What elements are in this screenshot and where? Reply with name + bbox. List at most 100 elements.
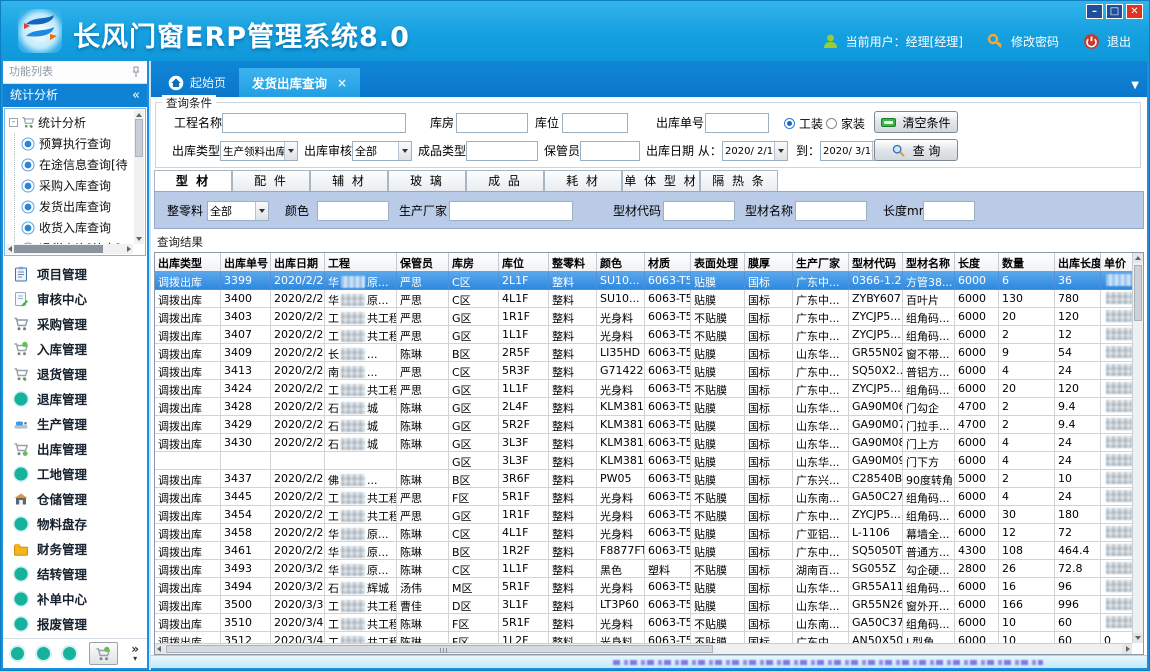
order-no-input[interactable] [705, 113, 769, 133]
scrollbar-thumb[interactable] [166, 645, 713, 653]
scroll-right-icon[interactable] [127, 246, 131, 252]
logout-link[interactable]: 退出 [1107, 33, 1131, 50]
tree-item[interactable]: 发货出库查询 [7, 196, 133, 217]
table-row[interactable]: G区3L3F整料KLM38176063-T5贴膜国标山东华...GA90M09.… [155, 452, 1132, 470]
grid-vertical-scrollbar[interactable] [1132, 253, 1143, 643]
sidebar-item[interactable]: 补单中心 [3, 586, 147, 611]
scroll-up-icon[interactable] [1135, 256, 1141, 260]
tree-horizontal-scrollbar[interactable] [6, 244, 133, 254]
column-header[interactable]: 生产厂家 [793, 253, 849, 271]
column-header[interactable]: 出库长度 [1055, 253, 1101, 271]
location-input[interactable] [562, 113, 628, 133]
product-type-input[interactable] [466, 141, 538, 161]
table-row[interactable]: 调拨出库34072020/2/25工共工程严思G区1L1F整料光身料6063-T… [155, 326, 1132, 344]
length-input[interactable] [923, 201, 975, 221]
column-header[interactable]: 出库日期 [271, 253, 325, 271]
table-row[interactable]: 调拨出库34302020/2/26石城陈琳G区3L3F整料KLM38176063… [155, 434, 1132, 452]
collapse-panel-icon[interactable]: « [132, 84, 140, 107]
table-row[interactable]: 调拨出库34092020/2/25长...陈琳B区2R5F整料LI35HD606… [155, 344, 1132, 362]
column-header[interactable]: 库位 [499, 253, 549, 271]
material-tab[interactable]: 隔 热 条 [700, 170, 778, 191]
profile-code-input[interactable] [663, 201, 735, 221]
table-row[interactable]: 调拨出库34932020/3/2华原...陈琳C区1L1F整料黑色塑料不贴膜国标… [155, 560, 1132, 578]
column-header[interactable]: 颜色 [597, 253, 645, 271]
color-input[interactable] [317, 201, 389, 221]
column-header[interactable]: 数量 [999, 253, 1055, 271]
table-row[interactable]: 调拨出库35102020/3/4工共工程陈琳F区5R1F整料光身料6063-T5… [155, 614, 1132, 632]
sidebar-item[interactable]: 出库管理 [3, 436, 147, 461]
sidebar-item[interactable]: 生产管理 [3, 411, 147, 436]
column-header[interactable]: 工程 [325, 253, 397, 271]
table-row[interactable]: 调拨出库34612020/2/28华原...陈琳B区1R2F整料F8877FT6… [155, 542, 1132, 560]
table-row[interactable]: 调拨出库34942020/3/2石辉城汤伟M区5R1F整料光身料6063-T5贴… [155, 578, 1132, 596]
column-header[interactable]: 整零料 [549, 253, 597, 271]
sidebar-item[interactable]: 报废管理 [3, 611, 147, 636]
tree-vertical-scrollbar[interactable] [134, 110, 144, 244]
scroll-up-icon[interactable] [136, 113, 142, 117]
table-row[interactable]: 调拨出库33992020/2/25华原...严思C区2L1F整料SU10...6… [155, 272, 1132, 290]
table-row[interactable]: 调拨出库34242020/2/26工共工程严思G区1L1F整料光身料6063-T… [155, 380, 1132, 398]
keeper-input[interactable] [580, 141, 640, 161]
column-header[interactable]: 单价 [1101, 253, 1132, 271]
tab-shipment-outbound-query[interactable]: 发货出库查询 × [239, 68, 360, 97]
sidebar-item[interactable]: 项目管理 [3, 261, 147, 286]
radio-home-decor[interactable]: 家装 [826, 113, 865, 133]
column-header[interactable]: 材质 [645, 253, 691, 271]
column-header[interactable]: 保管员 [397, 253, 449, 271]
close-button[interactable]: ✕ [1126, 4, 1143, 19]
tree-root-item[interactable]: -统计分析 [7, 111, 133, 133]
scroll-left-icon[interactable] [157, 646, 161, 652]
sidebar-item[interactable]: 退货管理 [3, 361, 147, 386]
table-row[interactable]: 调拨出库34132020/2/26南...严思C区5R3F整料G71422606… [155, 362, 1132, 380]
material-tab[interactable]: 单 体 型 材 [622, 170, 700, 191]
column-header[interactable]: 表面处理 [691, 253, 745, 271]
tree-expand-icon[interactable]: - [9, 118, 18, 127]
change-password-link[interactable]: 修改密码 [1011, 33, 1059, 50]
sidebar-item[interactable]: 采购管理 [3, 311, 147, 336]
clear-conditions-button[interactable]: 清空条件 [874, 111, 958, 133]
date-from-picker[interactable]: 2020/ 2/16 [722, 141, 788, 161]
tab-close-icon[interactable]: × [337, 76, 347, 90]
sidebar-group-header[interactable]: 统计分析 « [3, 84, 147, 107]
tree-item[interactable]: 采购入库查询 [7, 175, 133, 196]
column-header[interactable]: 膜厚 [745, 253, 793, 271]
column-header[interactable]: 型材名称 [903, 253, 955, 271]
profile-name-input[interactable] [795, 201, 867, 221]
sidebar-item[interactable]: 仓储管理 [3, 486, 147, 511]
sidebar-item[interactable]: 结转管理 [3, 561, 147, 586]
sidebar-item[interactable]: 工地管理 [3, 461, 147, 486]
scroll-left-icon[interactable] [8, 246, 12, 252]
scroll-down-icon[interactable] [1135, 636, 1141, 640]
cart-panel-button[interactable] [89, 642, 119, 665]
tree-item[interactable]: 在途信息查询[待 [7, 154, 133, 175]
outbound-type-select[interactable]: 生产领料出库 [220, 141, 298, 161]
table-row[interactable]: 调拨出库34282020/2/26石城陈琳G区2L4F整料KLM38176063… [155, 398, 1132, 416]
table-row[interactable]: 调拨出库35122020/3/4工共工程陈琳F区1L2F整料光身料6063-T5… [155, 632, 1132, 643]
sidebar-item[interactable]: 退库管理 [3, 386, 147, 411]
grid-horizontal-scrollbar[interactable] [155, 643, 1132, 654]
search-button[interactable]: 查 询 [874, 139, 958, 161]
sidebar-item[interactable]: 入库管理 [3, 336, 147, 361]
manufacturer-input[interactable] [449, 201, 573, 221]
maximize-button[interactable]: □ [1106, 4, 1123, 19]
sidebar-item[interactable]: 财务管理 [3, 536, 147, 561]
whole-part-select[interactable]: 全部 [207, 201, 269, 221]
table-row[interactable]: 调拨出库34032020/2/25工共工程严思G区1R1F整料光身料6063-T… [155, 308, 1132, 326]
outbound-audit-select[interactable]: 全部 [352, 141, 412, 161]
sidebar-item[interactable]: 物料盘存 [3, 511, 147, 536]
warehouse-input[interactable] [456, 113, 528, 133]
material-tab[interactable]: 型 材 [154, 170, 232, 191]
tab-overflow-icon[interactable]: ▼ [1131, 80, 1139, 91]
table-row[interactable]: 调拨出库34452020/2/27工共工程严思F区5R1F整料光身料6063-T… [155, 488, 1132, 506]
project-name-input[interactable] [222, 113, 406, 133]
column-header[interactable]: 型材代码 [849, 253, 903, 271]
tab-home[interactable]: 起始页 [155, 68, 239, 97]
table-row[interactable]: 调拨出库34292020/2/26石城陈琳G区5R2F整料KLM38176063… [155, 416, 1132, 434]
teal-circle-icon[interactable] [11, 647, 24, 660]
scroll-down-icon[interactable] [136, 237, 142, 241]
pin-icon[interactable] [131, 66, 141, 78]
tree-item[interactable]: 预算执行查询 [7, 133, 133, 154]
table-row[interactable]: 调拨出库34582020/2/28华原...陈琳C区4L1F整料光身料6063-… [155, 524, 1132, 542]
teal-circle-icon[interactable] [37, 647, 50, 660]
material-tab[interactable]: 辅 材 [310, 170, 388, 191]
